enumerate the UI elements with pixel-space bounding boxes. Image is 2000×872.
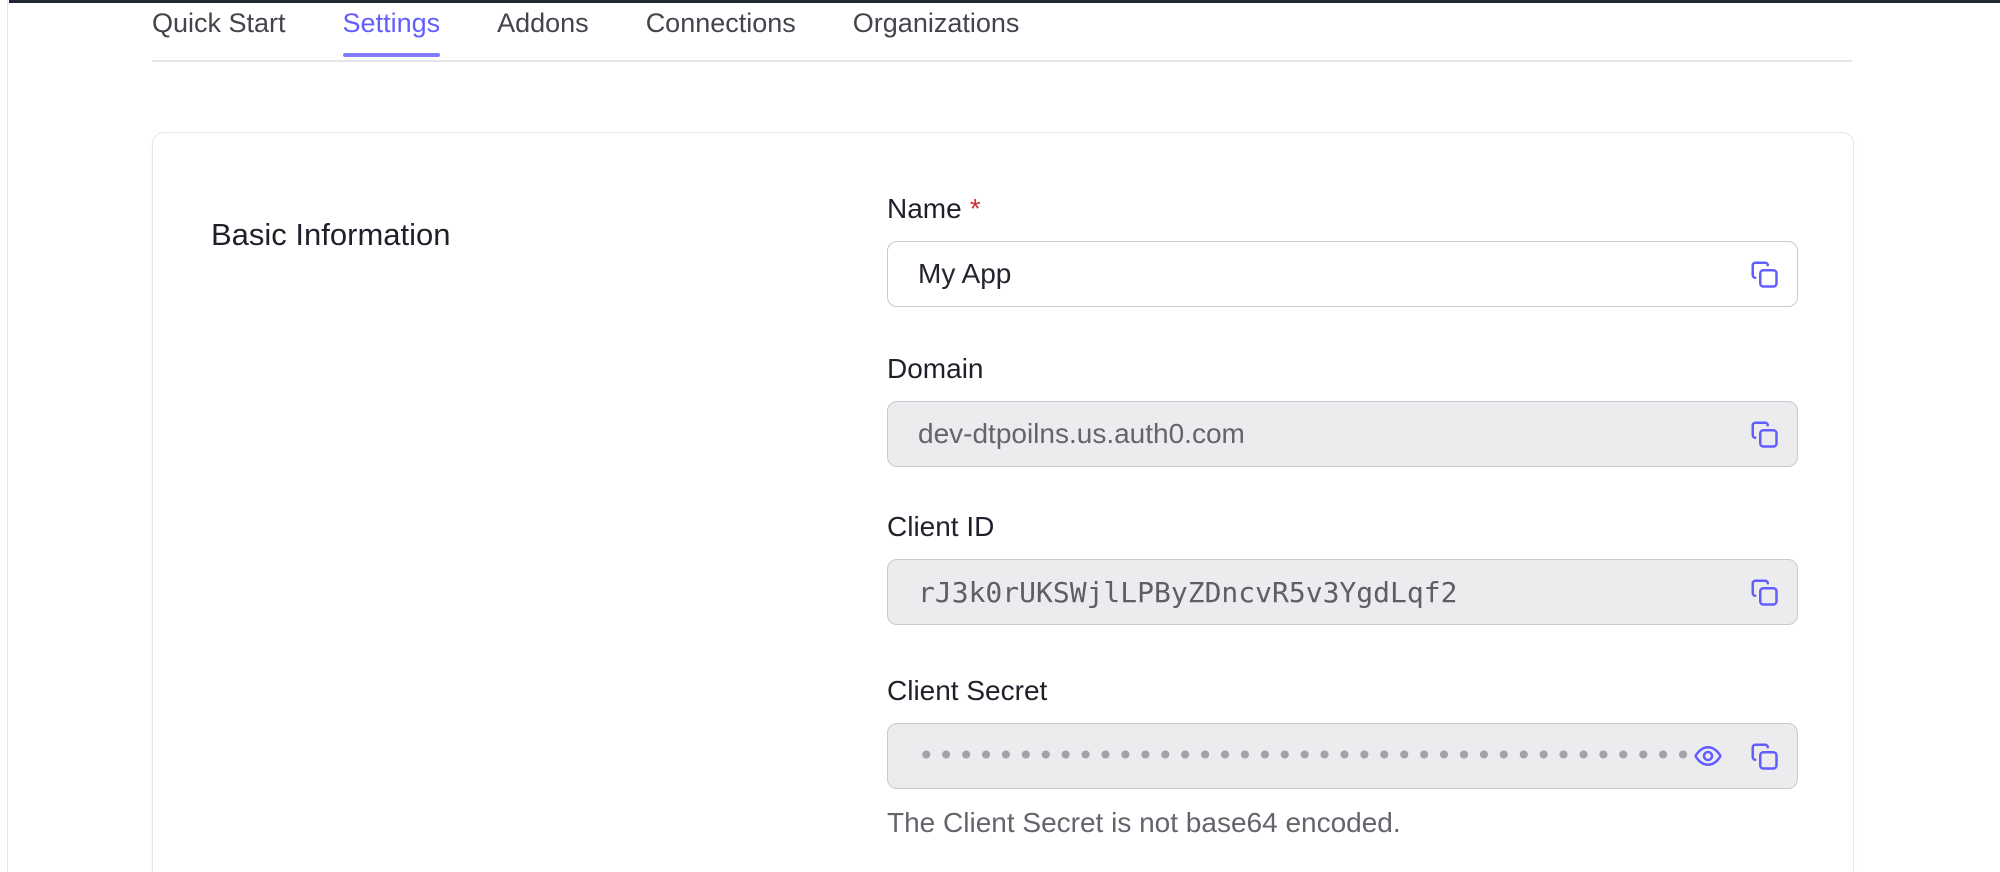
tab-addons[interactable]: Addons [497, 0, 589, 60]
tab-connections[interactable]: Connections [646, 0, 796, 60]
reveal-client-secret-button[interactable] [1691, 739, 1725, 773]
domain-value: dev-dtpoilns.us.auth0.com [918, 418, 1245, 450]
name-field-group: Name * My App [887, 191, 1798, 307]
copy-client-id-button[interactable] [1747, 575, 1781, 609]
client-id-field-group: Client ID rJ3k0rUKSWjlLPByZDncvR5v3YgdLq… [887, 509, 1798, 625]
section-title: Basic Information [211, 217, 451, 253]
copy-icon [1749, 259, 1779, 289]
application-settings-page: Quick Start Settings Addons Connections … [0, 0, 2000, 872]
copy-icon [1749, 577, 1779, 607]
basic-information-card: Basic Information Name * My App [152, 132, 1854, 872]
content-left-divider [7, 0, 8, 872]
copy-icon [1749, 419, 1779, 449]
copy-name-button[interactable] [1747, 257, 1781, 291]
domain-input: dev-dtpoilns.us.auth0.com [887, 401, 1798, 467]
app-tabs: Quick Start Settings Addons Connections … [152, 0, 1852, 62]
name-label-text: Name [887, 193, 962, 224]
client-secret-field-group: Client Secret ••••••••••••••••••••••••••… [887, 673, 1798, 839]
name-input[interactable]: My App [887, 241, 1798, 307]
copy-domain-button[interactable] [1747, 417, 1781, 451]
eye-icon [1693, 741, 1723, 771]
tab-organizations[interactable]: Organizations [853, 0, 1020, 60]
client-id-label: Client ID [887, 509, 1798, 545]
tab-settings[interactable]: Settings [343, 0, 441, 60]
domain-label: Domain [887, 351, 1798, 387]
name-label: Name * [887, 191, 1798, 227]
copy-icon [1749, 741, 1779, 771]
tab-list: Quick Start Settings Addons Connections … [152, 0, 1852, 60]
copy-client-secret-button[interactable] [1747, 739, 1781, 773]
domain-field-group: Domain dev-dtpoilns.us.auth0.com [887, 351, 1798, 467]
client-secret-masked-value: ••••••••••••••••••••••••••••••••••••••••… [918, 723, 1697, 789]
client-id-value: rJ3k0rUKSWjlLPByZDncvR5v3YgdLqf2 [918, 576, 1457, 609]
name-value: My App [918, 258, 1011, 290]
tab-quick-start[interactable]: Quick Start [152, 0, 286, 60]
client-secret-helper-text: The Client Secret is not base64 encoded. [887, 807, 1798, 839]
client-secret-label: Client Secret [887, 673, 1798, 709]
client-id-input: rJ3k0rUKSWjlLPByZDncvR5v3YgdLqf2 [887, 559, 1798, 625]
client-secret-input: ••••••••••••••••••••••••••••••••••••••••… [887, 723, 1798, 789]
required-asterisk: * [970, 193, 981, 224]
